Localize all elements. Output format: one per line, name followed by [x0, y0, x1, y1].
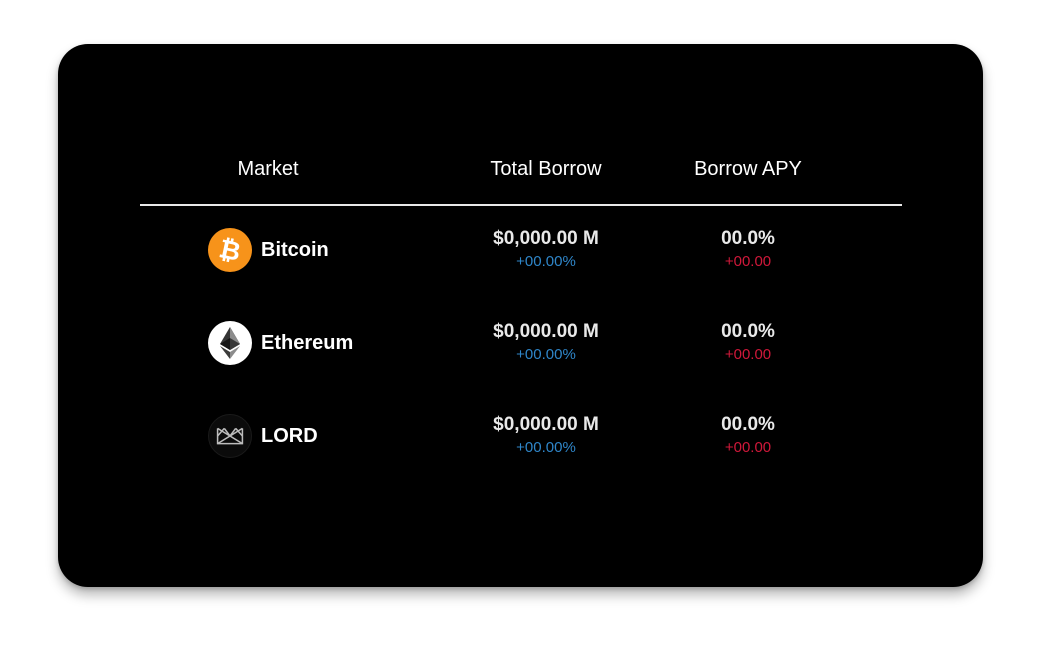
header-borrow-apy[interactable]: Borrow APY — [648, 158, 848, 181]
asset-cell: Ethereum — [208, 320, 353, 366]
table-row-lord[interactable]: LORD $0,000.00 M +00.00% 00.0% +00.00 — [140, 413, 902, 483]
asset-cell: ₿ Bitcoin — [208, 227, 329, 273]
borrow-apy-change: +00.00 — [724, 346, 772, 363]
table-row-bitcoin[interactable]: ₿ Bitcoin $0,000.00 M +00.00% 00.0% +00.… — [140, 227, 902, 297]
borrow-apy-change: +00.00 — [724, 253, 772, 270]
total-borrow-change: +00.00% — [516, 439, 576, 456]
table-row-ethereum[interactable]: Ethereum $0,000.00 M +00.00% 00.0% +00.0… — [140, 320, 902, 390]
markets-card: Market Total Borrow Borrow APY ₿ Bitcoin… — [58, 44, 983, 587]
total-borrow-change: +00.00% — [516, 253, 576, 270]
total-borrow-cell: $0,000.00 M +00.00% — [446, 227, 646, 273]
borrow-apy-value: 00.0% — [721, 228, 775, 249]
borrow-apy-cell: 00.0% +00.00 — [648, 320, 848, 366]
borrow-apy-value: 00.0% — [721, 414, 775, 435]
asset-cell: LORD — [208, 413, 318, 459]
header-market[interactable]: Market — [168, 158, 368, 181]
header-total-borrow[interactable]: Total Borrow — [446, 158, 646, 181]
total-borrow-value: $0,000.00 M — [493, 414, 599, 435]
svg-text:₿: ₿ — [217, 233, 244, 267]
asset-name: LORD — [261, 424, 318, 447]
bitcoin-icon: ₿ — [208, 228, 252, 272]
total-borrow-value: $0,000.00 M — [493, 321, 599, 342]
lord-icon — [208, 414, 252, 458]
total-borrow-cell: $0,000.00 M +00.00% — [446, 320, 646, 366]
borrow-apy-cell: 00.0% +00.00 — [648, 227, 848, 273]
asset-name: Bitcoin — [261, 238, 329, 261]
borrow-apy-value: 00.0% — [721, 321, 775, 342]
table-header: Market Total Borrow Borrow APY — [140, 156, 902, 206]
total-borrow-cell: $0,000.00 M +00.00% — [446, 413, 646, 459]
borrow-apy-change: +00.00 — [724, 439, 772, 456]
total-borrow-value: $0,000.00 M — [493, 228, 599, 249]
ethereum-icon — [208, 321, 252, 365]
asset-name: Ethereum — [261, 331, 354, 354]
total-borrow-change: +00.00% — [516, 346, 576, 363]
borrow-apy-cell: 00.0% +00.00 — [648, 413, 848, 459]
